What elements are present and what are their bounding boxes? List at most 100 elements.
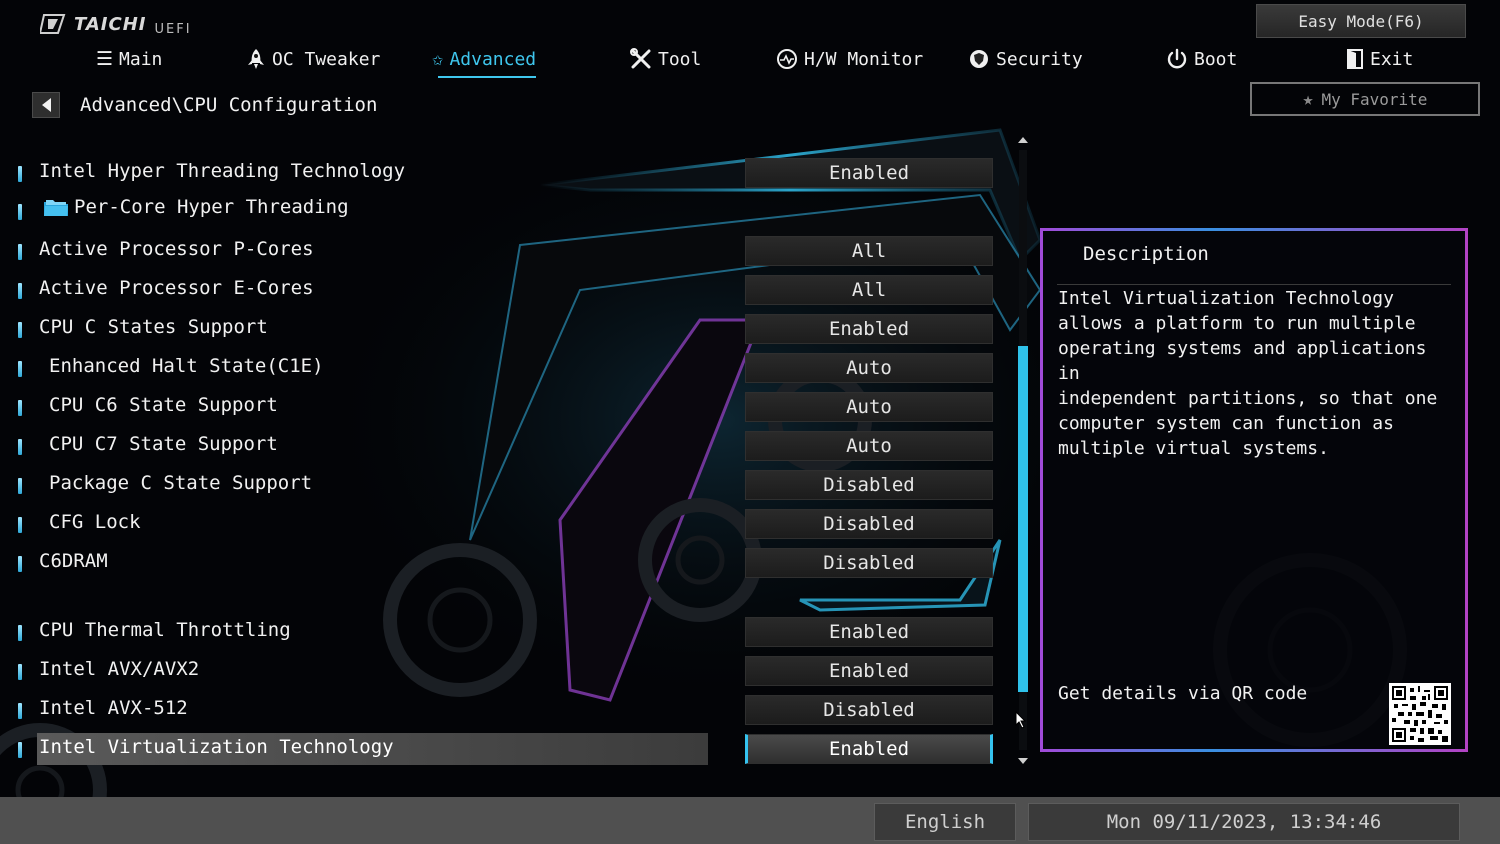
folder-icon — [44, 200, 68, 216]
tab-boot[interactable]: Boot — [1166, 44, 1237, 74]
tab-exit[interactable]: Exit — [1346, 44, 1413, 74]
power-icon — [1167, 48, 1187, 69]
setting-value[interactable]: Enabled — [745, 158, 993, 188]
setting-value[interactable]: Disabled — [745, 470, 993, 500]
uefi-screen: TAICHI UEFI Easy Mode(F6) ☰ Main OC Twea… — [0, 0, 1500, 844]
tab-label: Advanced — [449, 48, 537, 70]
setting-value[interactable]: Enabled — [745, 734, 993, 764]
qr-code[interactable] — [1389, 683, 1451, 745]
setting-hyper-threading[interactable]: Intel Hyper Threading Technology Enabled — [14, 157, 1004, 189]
setting-label: Active Processor P-Cores — [39, 238, 314, 260]
setting-avx-512[interactable]: Intel AVX-512 Disabled — [14, 694, 1004, 726]
description-title: Description — [1083, 243, 1209, 265]
tab-label: Tool — [658, 48, 702, 70]
setting-value[interactable]: Disabled — [745, 509, 993, 539]
scroll-down-arrow[interactable] — [1017, 756, 1029, 766]
star-icon: ✩ — [432, 48, 444, 70]
description-divider — [1057, 284, 1451, 285]
row-marker — [18, 625, 22, 641]
mouse-cursor-icon — [1015, 711, 1027, 729]
date-time-display: Mon 09/11/2023, 13:34:46 — [1028, 803, 1460, 841]
tab-hw-monitor[interactable]: H/W Monitor — [776, 44, 923, 74]
row-marker — [18, 361, 22, 377]
tools-icon — [630, 48, 651, 69]
setting-value[interactable]: Disabled — [745, 695, 993, 725]
tab-security[interactable]: Security — [968, 44, 1083, 74]
row-marker — [18, 478, 22, 494]
setting-package-c-state[interactable]: Package C State Support Disabled — [14, 469, 1004, 501]
back-button[interactable] — [32, 92, 60, 118]
row-marker — [18, 283, 22, 299]
tab-advanced[interactable]: ✩ Advanced — [432, 44, 537, 78]
monitor-icon — [777, 49, 797, 69]
setting-virtualization-technology[interactable]: Intel Virtualization Technology Enabled — [14, 733, 1004, 765]
scroll-up-arrow[interactable] — [1017, 135, 1029, 145]
setting-thermal-throttling[interactable]: CPU Thermal Throttling Enabled — [14, 616, 1004, 648]
tab-label: Main — [119, 48, 163, 70]
tab-label: H/W Monitor — [804, 48, 924, 70]
setting-value[interactable]: Enabled — [745, 656, 993, 686]
row-marker — [18, 204, 22, 220]
setting-value[interactable]: Enabled — [745, 314, 993, 344]
qr-code-icon — [1392, 686, 1448, 742]
setting-cfg-lock[interactable]: CFG Lock Disabled — [14, 508, 1004, 540]
setting-label: CPU C6 State Support — [49, 394, 278, 416]
list-icon: ☰ — [96, 48, 114, 70]
tab-tool[interactable]: Tool — [630, 44, 701, 74]
row-marker — [18, 742, 22, 758]
setting-avx-avx2[interactable]: Intel AVX/AVX2 Enabled — [14, 655, 1004, 687]
row-marker — [18, 556, 22, 572]
tab-oc-tweaker[interactable]: OC Tweaker — [246, 44, 380, 74]
taichi-emblem-icon — [40, 14, 66, 34]
language-selector[interactable]: English — [874, 803, 1016, 841]
setting-active-e-cores[interactable]: Active Processor E-Cores All — [14, 274, 1004, 306]
setting-c1e[interactable]: Enhanced Halt State(C1E) Auto — [14, 352, 1004, 384]
setting-label: Intel AVX/AVX2 — [39, 658, 200, 680]
tab-label: Security — [996, 48, 1083, 70]
my-favorite-button[interactable]: ★ My Favorite — [1250, 82, 1480, 116]
active-tab-underline — [438, 76, 537, 78]
setting-c7-state[interactable]: CPU C7 State Support Auto — [14, 430, 1004, 462]
setting-label: Intel Virtualization Technology — [39, 736, 394, 758]
setting-label: Intel Hyper Threading Technology — [39, 160, 406, 182]
door-icon — [1347, 49, 1363, 69]
scrollbar-thumb[interactable] — [1018, 346, 1028, 692]
taichi-logo: TAICHI UEFI — [40, 10, 192, 38]
easy-mode-button[interactable]: Easy Mode(F6) — [1256, 4, 1466, 38]
setting-value[interactable]: Disabled — [745, 548, 993, 578]
row-marker — [18, 244, 22, 260]
setting-value[interactable]: Enabled — [745, 617, 993, 647]
setting-value[interactable]: Auto — [745, 431, 993, 461]
setting-label: CPU C7 State Support — [49, 433, 278, 455]
back-arrow-icon — [41, 98, 51, 112]
setting-value[interactable]: All — [745, 275, 993, 305]
tab-label: OC Tweaker — [272, 48, 381, 70]
submenu-per-core-hyper-threading[interactable]: Per-Core Hyper Threading — [14, 193, 1004, 225]
row-marker — [18, 703, 22, 719]
submenu-label: Per-Core Hyper Threading — [74, 196, 349, 218]
brand-name: TAICHI — [74, 13, 147, 35]
setting-label: Package C State Support — [49, 472, 313, 494]
shield-icon — [970, 50, 988, 68]
row-marker — [18, 166, 22, 182]
breadcrumb: Advanced\CPU Configuration — [32, 91, 377, 119]
setting-value[interactable]: Auto — [745, 392, 993, 422]
setting-c6dram[interactable]: C6DRAM Disabled — [14, 547, 1004, 579]
uefi-label: UEFI — [154, 21, 192, 37]
arrow-up-icon — [1018, 137, 1028, 143]
setting-active-p-cores[interactable]: Active Processor P-Cores All — [14, 235, 1004, 267]
arrow-down-icon — [1018, 758, 1028, 764]
description-text: Intel Virtualization Technology allows a… — [1058, 288, 1438, 459]
setting-label: CPU C States Support — [39, 316, 268, 338]
row-marker — [18, 439, 22, 455]
setting-value[interactable]: All — [745, 236, 993, 266]
setting-value[interactable]: Auto — [745, 353, 993, 383]
setting-label: CFG Lock — [49, 511, 141, 533]
setting-cpu-c-states[interactable]: CPU C States Support Enabled — [14, 313, 1004, 345]
setting-c6-state[interactable]: CPU C6 State Support Auto — [14, 391, 1004, 423]
rocket-icon — [248, 49, 264, 69]
qr-code-label: Get details via QR code — [1058, 683, 1308, 704]
setting-label: Intel AVX-512 — [39, 697, 188, 719]
tab-main[interactable]: ☰ Main — [96, 44, 162, 74]
row-marker — [18, 664, 22, 680]
